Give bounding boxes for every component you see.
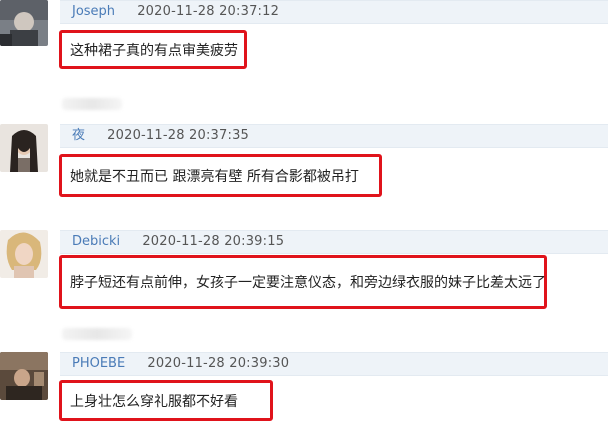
blurred-divider <box>62 328 132 340</box>
user-avatar[interactable] <box>0 124 48 172</box>
comment-timestamp: 2020-11-28 20:37:12 <box>137 4 280 19</box>
comment-thread: Joseph 2020-11-28 20:37:12 这种裙子真的有点审美疲劳 … <box>0 0 608 422</box>
comment-text-content: 这种裙子真的有点审美疲劳 <box>70 42 238 59</box>
comment-timestamp: 2020-11-28 20:39:15 <box>142 234 285 249</box>
comment-timestamp: 2020-11-28 20:39:30 <box>147 356 290 371</box>
username-link[interactable]: PHOEBE <box>72 356 125 371</box>
comment-text: 这种裙子真的有点审美疲劳 <box>59 30 247 69</box>
username-link[interactable]: Joseph <box>72 4 115 19</box>
username-link[interactable]: 夜 <box>72 128 85 143</box>
username-link[interactable]: Debicki <box>72 234 120 249</box>
user-avatar[interactable] <box>0 0 48 46</box>
comment-text: 上身壮怎么穿礼服都不好看 <box>59 380 273 421</box>
comment-header: Joseph 2020-11-28 20:37:12 <box>60 0 608 24</box>
comment-timestamp: 2020-11-28 20:37:35 <box>107 128 250 143</box>
comment-text: 脖子短还有点前伸，女孩子一定要注意仪态，和旁边绿衣服的妹子比差太远了 <box>59 255 547 309</box>
comment-text-content: 脖子短还有点前伸，女孩子一定要注意仪态，和旁边绿衣服的妹子比差太远了 <box>70 275 546 291</box>
comment-text-content: 上身壮怎么穿礼服都不好看 <box>70 393 238 410</box>
user-avatar[interactable] <box>0 230 48 278</box>
comment-header: 夜 2020-11-28 20:37:35 <box>60 124 608 148</box>
blurred-divider <box>62 98 122 110</box>
comment-text: 她就是不丑而已 跟漂亮有壁 所有合影都被吊打 <box>59 154 382 197</box>
comment-header: PHOEBE 2020-11-28 20:39:30 <box>60 352 608 376</box>
comment-text-content: 她就是不丑而已 跟漂亮有壁 所有合影都被吊打 <box>70 168 359 185</box>
user-avatar[interactable] <box>0 352 48 400</box>
comment-header: Debicki 2020-11-28 20:39:15 <box>60 230 608 254</box>
